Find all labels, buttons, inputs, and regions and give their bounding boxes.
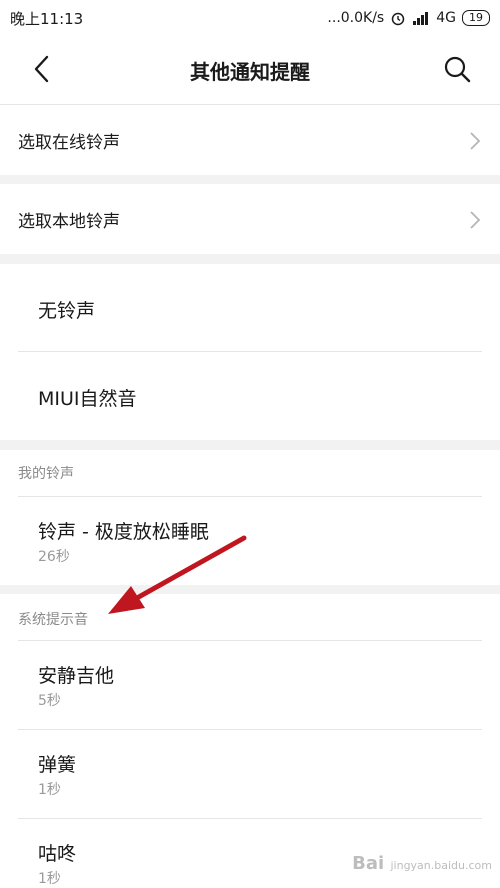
watermark-logo: Bai jingyan.baidu.com <box>352 853 492 874</box>
watermark-brand: Bai <box>352 853 385 874</box>
annotation-arrow <box>108 535 247 614</box>
watermark-site: jingyan.baidu.com <box>390 859 492 872</box>
